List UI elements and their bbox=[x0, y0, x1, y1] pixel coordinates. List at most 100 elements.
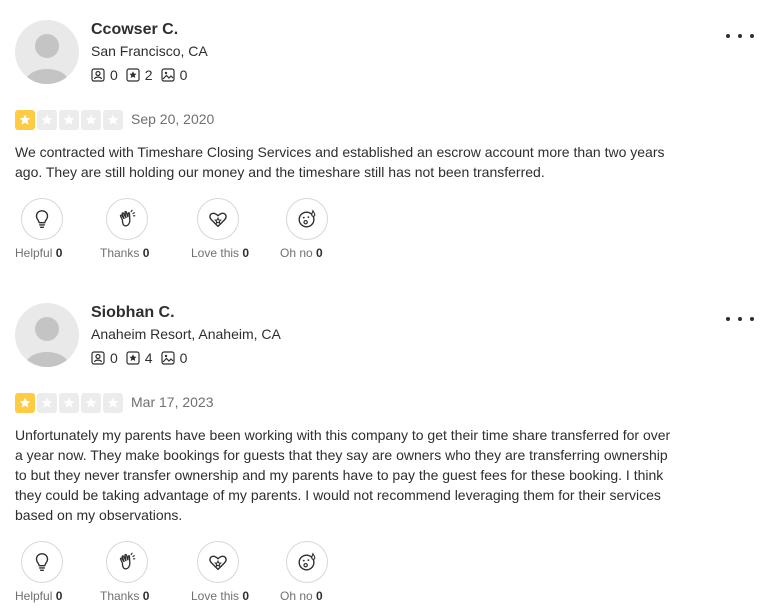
star-empty-icon bbox=[37, 110, 57, 130]
reviews-count: 2 bbox=[144, 67, 153, 83]
user-silhouette-icon bbox=[25, 317, 69, 367]
avatar[interactable] bbox=[15, 303, 79, 367]
reaction-bar: Helpful 0 Thanks 0 Love this 0 Oh no 0 bbox=[15, 198, 365, 260]
user-location: San Francisco, CA bbox=[91, 43, 208, 59]
reaction-label: Thanks bbox=[100, 589, 140, 603]
star-empty-icon bbox=[37, 393, 57, 413]
helpful-reaction[interactable]: Helpful 0 bbox=[15, 541, 95, 603]
star-empty-icon bbox=[59, 110, 79, 130]
dot bbox=[726, 34, 730, 38]
dot bbox=[726, 317, 730, 321]
reaction-count: 0 bbox=[55, 589, 63, 603]
dot bbox=[750, 317, 754, 321]
review-text: Unfortunately my parents have been worki… bbox=[15, 427, 671, 523]
lightbulb-icon bbox=[35, 553, 49, 571]
dot bbox=[738, 317, 742, 321]
love-this-button[interactable] bbox=[197, 541, 239, 583]
review-star-icon bbox=[126, 351, 140, 365]
review-star-icon bbox=[126, 68, 140, 82]
review-card: Siobhan C. Anaheim Resort, Anaheim, CA 0… bbox=[0, 303, 775, 613]
surprised-face-icon bbox=[298, 209, 316, 228]
heart-icon bbox=[209, 555, 227, 571]
star-empty-icon bbox=[103, 393, 123, 413]
reaction-count: 0 bbox=[142, 246, 150, 260]
review-text: We contracted with Timeshare Closing Ser… bbox=[15, 144, 665, 180]
thanks-label: Thanks 0 bbox=[100, 246, 149, 260]
friends-icon bbox=[91, 351, 105, 365]
reaction-label: Oh no bbox=[280, 246, 313, 260]
clapping-hands-icon bbox=[119, 552, 136, 570]
oh-no-button[interactable] bbox=[286, 198, 328, 240]
thanks-label: Thanks 0 bbox=[100, 589, 149, 603]
helpful-reaction[interactable]: Helpful 0 bbox=[15, 198, 95, 260]
clapping-hands-icon bbox=[119, 209, 136, 227]
reaction-label: Helpful bbox=[15, 589, 53, 603]
reviews-stat: 2 bbox=[126, 67, 153, 83]
photo-icon bbox=[160, 68, 175, 82]
dot bbox=[750, 34, 754, 38]
surprised-face-icon bbox=[298, 552, 316, 571]
review-date: Mar 17, 2023 bbox=[131, 394, 214, 410]
love-this-label: Love this 0 bbox=[191, 246, 249, 260]
user-stats: 0 2 0 bbox=[91, 67, 195, 83]
lightbulb-icon bbox=[35, 210, 49, 228]
reaction-count: 0 bbox=[316, 589, 323, 603]
friends-stat: 0 bbox=[91, 67, 118, 83]
reaction-label: Helpful bbox=[15, 246, 53, 260]
more-options-button[interactable] bbox=[726, 309, 754, 329]
star-rating bbox=[15, 110, 125, 130]
user-name[interactable]: Ccowser C. bbox=[91, 21, 178, 39]
helpful-label: Helpful 0 bbox=[15, 589, 62, 603]
user-silhouette-icon bbox=[25, 34, 69, 84]
dot bbox=[738, 34, 742, 38]
reaction-count: 0 bbox=[242, 589, 250, 603]
friends-icon bbox=[91, 68, 105, 82]
friends-count: 0 bbox=[110, 67, 118, 83]
love-this-reaction[interactable]: Love this 0 bbox=[191, 541, 271, 603]
reaction-count: 0 bbox=[316, 246, 323, 260]
photo-icon bbox=[160, 351, 175, 365]
reaction-label: Oh no bbox=[280, 589, 313, 603]
reaction-label: Love this bbox=[191, 246, 240, 260]
star-filled-icon bbox=[15, 393, 35, 413]
thanks-button[interactable] bbox=[106, 198, 148, 240]
heart-icon bbox=[209, 212, 227, 228]
photos-count: 0 bbox=[179, 67, 188, 83]
user-name[interactable]: Siobhan C. bbox=[91, 304, 175, 322]
love-this-label: Love this 0 bbox=[191, 589, 249, 603]
helpful-label: Helpful 0 bbox=[15, 246, 62, 260]
friends-stat: 0 bbox=[91, 350, 118, 366]
thanks-button[interactable] bbox=[106, 541, 148, 583]
oh-no-label: Oh no 0 bbox=[280, 246, 323, 260]
oh-no-reaction[interactable]: Oh no 0 bbox=[280, 541, 360, 603]
star-rating bbox=[15, 393, 125, 413]
thanks-reaction[interactable]: Thanks 0 bbox=[100, 541, 180, 603]
photos-count: 0 bbox=[179, 350, 188, 366]
star-empty-icon bbox=[59, 393, 79, 413]
star-filled-icon bbox=[15, 110, 35, 130]
avatar[interactable] bbox=[15, 20, 79, 84]
review-card: Ccowser C. San Francisco, CA 0 2 0 Sep 2… bbox=[0, 20, 775, 280]
review-date: Sep 20, 2020 bbox=[131, 111, 215, 127]
oh-no-label: Oh no 0 bbox=[280, 589, 323, 603]
reaction-count: 0 bbox=[142, 589, 150, 603]
photos-stat: 0 bbox=[160, 67, 188, 83]
thanks-reaction[interactable]: Thanks 0 bbox=[100, 198, 180, 260]
star-empty-icon bbox=[81, 110, 101, 130]
user-location: Anaheim Resort, Anaheim, CA bbox=[91, 326, 281, 342]
star-empty-icon bbox=[81, 393, 101, 413]
reviews-stat: 4 bbox=[126, 350, 153, 366]
reaction-count: 0 bbox=[55, 246, 63, 260]
helpful-button[interactable] bbox=[21, 198, 63, 240]
photos-stat: 0 bbox=[160, 350, 188, 366]
helpful-button[interactable] bbox=[21, 541, 63, 583]
reaction-bar: Helpful 0 Thanks 0 Love this 0 Oh no 0 bbox=[15, 541, 365, 603]
star-empty-icon bbox=[103, 110, 123, 130]
love-this-reaction[interactable]: Love this 0 bbox=[191, 198, 271, 260]
oh-no-reaction[interactable]: Oh no 0 bbox=[280, 198, 360, 260]
more-options-button[interactable] bbox=[726, 26, 754, 46]
reaction-count: 0 bbox=[242, 246, 250, 260]
love-this-button[interactable] bbox=[197, 198, 239, 240]
reaction-label: Thanks bbox=[100, 246, 140, 260]
oh-no-button[interactable] bbox=[286, 541, 328, 583]
